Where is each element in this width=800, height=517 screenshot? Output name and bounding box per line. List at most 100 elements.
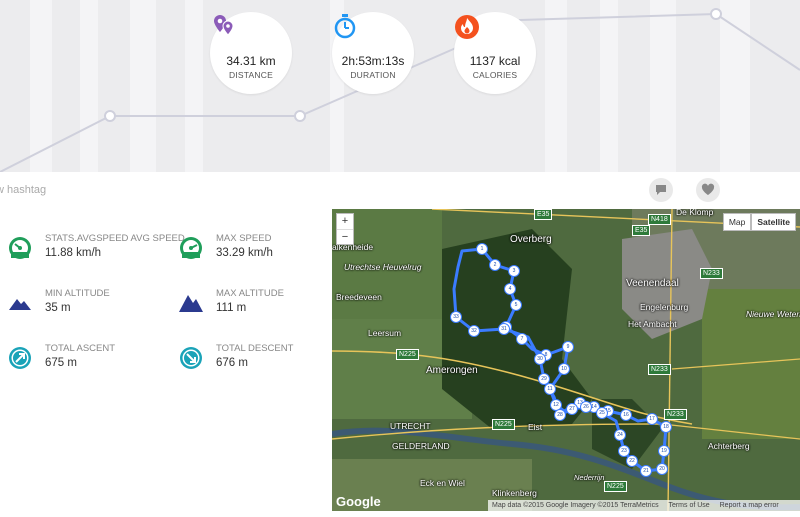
metric-max-speed: MAX SPEED 33.29 km/h (178, 233, 348, 273)
map-type-satellite-button[interactable]: Satellite (751, 213, 796, 231)
route-marker[interactable]: 29 (538, 373, 550, 385)
stat-distance: 34.31 km DISTANCE (210, 12, 292, 94)
mountain-icon (9, 299, 31, 310)
terms-link[interactable]: Terms of Use (668, 502, 709, 509)
zoom-out-button[interactable]: − (337, 230, 353, 245)
metric-label: TOTAL DESCENT (216, 343, 294, 354)
metric-value: 33.29 km/h (216, 247, 273, 259)
stat-label: DURATION (350, 70, 396, 80)
route-marker[interactable]: 9 (562, 341, 574, 353)
route-marker[interactable]: 18 (660, 421, 672, 433)
route-marker[interactable]: 5 (510, 299, 522, 311)
road-badge: N225 (604, 481, 627, 492)
metric-label: TOTAL ASCENT (45, 343, 116, 354)
map-label: Veenendaal (626, 278, 679, 289)
metric-label: MAX SPEED (216, 233, 272, 244)
stat-label: CALORIES (472, 70, 518, 80)
road-badge: E35 (632, 225, 651, 236)
map-label: Het Ambacht (628, 319, 677, 329)
route-marker[interactable]: 20 (656, 463, 668, 475)
map-label: Utrechtse Heuvelrug (344, 262, 422, 272)
map-label: Klinkenberg (492, 488, 537, 498)
metric-value: 676 m (216, 357, 248, 369)
map-label: Eist (528, 422, 543, 432)
stat-value: 34.31 km (226, 54, 276, 68)
metric-total-ascent: TOTAL ASCENT 675 m (7, 343, 177, 383)
stat-label: DISTANCE (229, 70, 273, 80)
metric-min-altitude: MIN ALTITUDE 35 m (7, 288, 177, 328)
zoom-in-button[interactable]: + (337, 214, 353, 230)
speedometer-icon (9, 237, 31, 259)
map-label: GELDERLAND (392, 441, 450, 451)
road-badge: N233 (648, 364, 671, 375)
metric-total-descent: TOTAL DESCENT 676 m (178, 343, 348, 383)
route-marker[interactable]: 1 (476, 243, 488, 255)
location-pins-icon (210, 15, 292, 52)
metric-value: 675 m (45, 357, 77, 369)
route-marker[interactable]: 30 (534, 353, 546, 365)
metric-value: 111 m (216, 302, 247, 314)
comment-icon (656, 185, 666, 195)
metric-max-altitude: MAX ALTITUDE 111 m (178, 288, 348, 328)
route-marker[interactable]: 17 (646, 413, 658, 425)
stat-value: 1137 kcal (469, 54, 521, 68)
zoom-control[interactable]: + − (336, 213, 354, 245)
route-marker[interactable]: 4 (504, 283, 516, 295)
stat-duration: 2h:53m:13s DURATION (332, 12, 414, 94)
map-type-map-button[interactable]: Map (722, 213, 752, 231)
metric-label: MIN ALTITUDE (45, 288, 110, 299)
map-footer: Map data ©2015 Google Imagery ©2015 Terr… (488, 500, 800, 511)
route-marker[interactable]: 24 (614, 429, 626, 441)
heart-icon (701, 183, 715, 195)
like-button[interactable] (696, 178, 720, 202)
comment-button[interactable] (649, 178, 673, 202)
report-error-link[interactable]: Report a map error (720, 502, 779, 509)
arrow-down-right-icon (180, 347, 202, 369)
route-marker[interactable]: 21 (640, 465, 652, 477)
road-badge: E35 (534, 209, 553, 220)
route-marker[interactable]: 23 (618, 445, 630, 457)
map-label: Overberg (510, 234, 552, 245)
metric-label: MAX ALTITUDE (216, 288, 284, 299)
road-badge: N233 (664, 409, 687, 420)
route-marker[interactable]: 7 (516, 333, 528, 345)
map-label: Nederrijn (574, 473, 605, 482)
map-attribution: Map data ©2015 Google Imagery ©2015 Terr… (492, 502, 659, 509)
flame-icon (454, 15, 536, 52)
road-badge: N233 (700, 268, 723, 279)
metric-value: 35 m (45, 302, 71, 314)
map-label: Breedeveen (336, 292, 382, 302)
stopwatch-icon (332, 14, 414, 52)
map-label: Eck en Wiel (420, 478, 465, 488)
route-marker[interactable]: 28 (554, 409, 566, 421)
route-map[interactable]: alkenheide Overberg Utrechtse Heuvelrug … (332, 209, 800, 511)
map-label: De Klomp (676, 209, 714, 217)
map-label: Leersum (368, 328, 402, 338)
route-marker[interactable]: 19 (658, 445, 670, 457)
arrow-up-right-icon (9, 347, 31, 369)
speedometer-icon (180, 237, 202, 259)
route-marker[interactable]: 2 (489, 259, 501, 271)
route-marker[interactable]: 31 (498, 323, 510, 335)
stat-value: 2h:53m:13s (341, 54, 405, 68)
mountain-icon (179, 295, 203, 312)
road-badge: N225 (492, 419, 515, 430)
road-badge: N225 (396, 349, 419, 360)
route-marker[interactable]: 10 (558, 363, 570, 375)
route-marker[interactable]: 32 (468, 325, 480, 337)
metric-value: 11.88 km/h (45, 247, 102, 259)
route-marker[interactable]: 11 (544, 383, 556, 395)
route-marker[interactable]: 26 (580, 401, 592, 413)
map-type-control[interactable]: Map Satellite (722, 213, 796, 231)
route-marker[interactable]: 16 (620, 409, 632, 421)
route-marker[interactable]: 25 (596, 407, 608, 419)
route-marker[interactable]: 3 (508, 265, 520, 277)
map-label: Amerongen (426, 365, 478, 376)
map-terrain (332, 209, 800, 511)
route-marker[interactable]: 33 (450, 311, 462, 323)
route-marker[interactable]: 27 (566, 403, 578, 415)
google-logo[interactable]: Google (336, 494, 381, 509)
elevation-header: 34.31 km DISTANCE 2h:53m:13s DURATION 11… (0, 0, 800, 172)
route-marker[interactable]: 22 (626, 455, 638, 467)
hashtag-input[interactable]: w hashtag (0, 184, 46, 196)
